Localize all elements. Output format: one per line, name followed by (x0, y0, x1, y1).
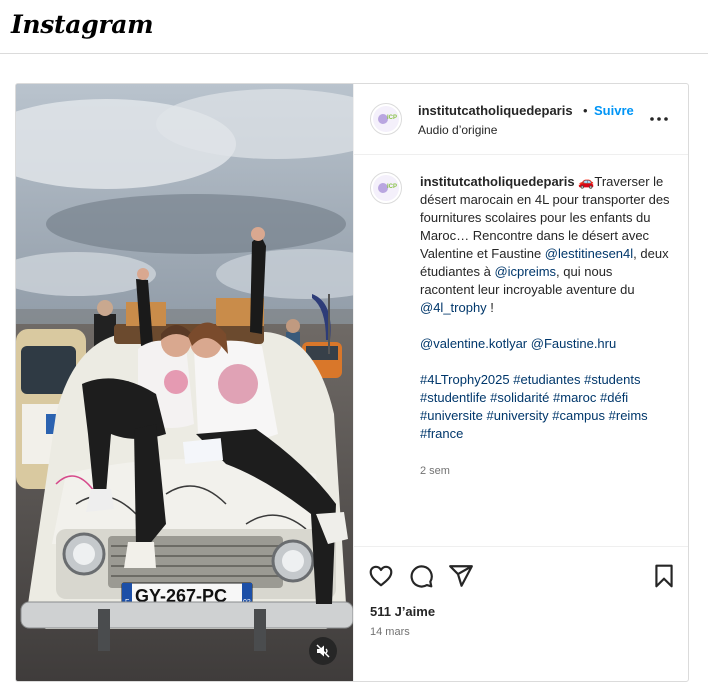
hashtag-link[interactable]: #students (584, 372, 640, 387)
hashtag-link[interactable]: #défi (600, 390, 628, 405)
heart-icon[interactable] (368, 563, 394, 589)
header-separator: • (583, 103, 588, 118)
mention-link[interactable]: @Faustine.hru (531, 336, 616, 351)
follow-button[interactable]: Suivre (594, 103, 634, 118)
hashtag-link[interactable]: #france (420, 426, 463, 441)
speaker-muted-icon (316, 644, 330, 658)
hashtag-link[interactable]: #solidarité (490, 390, 549, 405)
post-sidebar: ICP institutcatholiquedeparis • Suivre A… (353, 84, 688, 681)
post-date[interactable]: 14 mars (370, 626, 410, 638)
hashtag-link[interactable]: #campus (552, 408, 605, 423)
post-actions: 511 J’aime 14 mars (354, 546, 688, 681)
hashtag-link[interactable]: #university (487, 408, 549, 423)
post-photo: GY-267-PC F 02 (16, 84, 353, 681)
author-username[interactable]: institutcatholiquedeparis (418, 103, 573, 118)
avatar-text: ICP (387, 184, 398, 190)
post-media[interactable]: GY-267-PC F 02 (16, 84, 353, 681)
like-count[interactable]: 511 J’aime (370, 604, 435, 619)
hashtag-link[interactable]: #4LTrophy2025 (420, 372, 510, 387)
hashtag-link[interactable]: #studentlife (420, 390, 487, 405)
mention-link[interactable]: @4l_trophy (420, 300, 487, 315)
caption-text: institutcatholiquedeparis 🚗Traverser le … (420, 173, 670, 443)
bookmark-icon[interactable] (651, 563, 677, 589)
more-options-icon[interactable] (648, 108, 670, 130)
instagram-logo[interactable]: Instagram (11, 10, 154, 39)
avatar-text: ICP (387, 115, 398, 121)
caption-timestamp[interactable]: 2 sem (420, 465, 450, 477)
post-card: GY-267-PC F 02 (15, 83, 689, 682)
audio-link[interactable]: Audio d’origine (418, 123, 497, 137)
hashtag-link[interactable]: #universite (420, 408, 483, 423)
hashtag-link[interactable]: #maroc (553, 390, 596, 405)
comment-icon[interactable] (408, 563, 434, 589)
car-emoji: 🚗 (578, 174, 595, 189)
caption-author-avatar[interactable]: ICP (370, 172, 402, 204)
top-bar: Instagram (0, 0, 708, 54)
caption-body-4: ! (486, 300, 494, 315)
mention-link[interactable]: @icpreims (494, 264, 556, 279)
caption-username[interactable]: institutcatholiquedeparis (420, 174, 575, 189)
mention-link[interactable]: @lestitinesen4l (545, 246, 633, 261)
mention-link[interactable]: @valentine.kotlyar (420, 336, 527, 351)
caption-section: ICP institutcatholiquedeparis 🚗Traverser… (354, 156, 688, 546)
post-header: ICP institutcatholiquedeparis • Suivre A… (354, 84, 688, 155)
hashtag-link[interactable]: #etudiantes (513, 372, 580, 387)
author-avatar[interactable]: ICP (370, 103, 402, 135)
hashtag-list: #4LTrophy2025 #etudiantes #students #stu… (420, 372, 648, 441)
mute-toggle-button[interactable] (309, 637, 337, 665)
hashtag-link[interactable]: #reims (609, 408, 648, 423)
share-icon[interactable] (448, 563, 474, 589)
